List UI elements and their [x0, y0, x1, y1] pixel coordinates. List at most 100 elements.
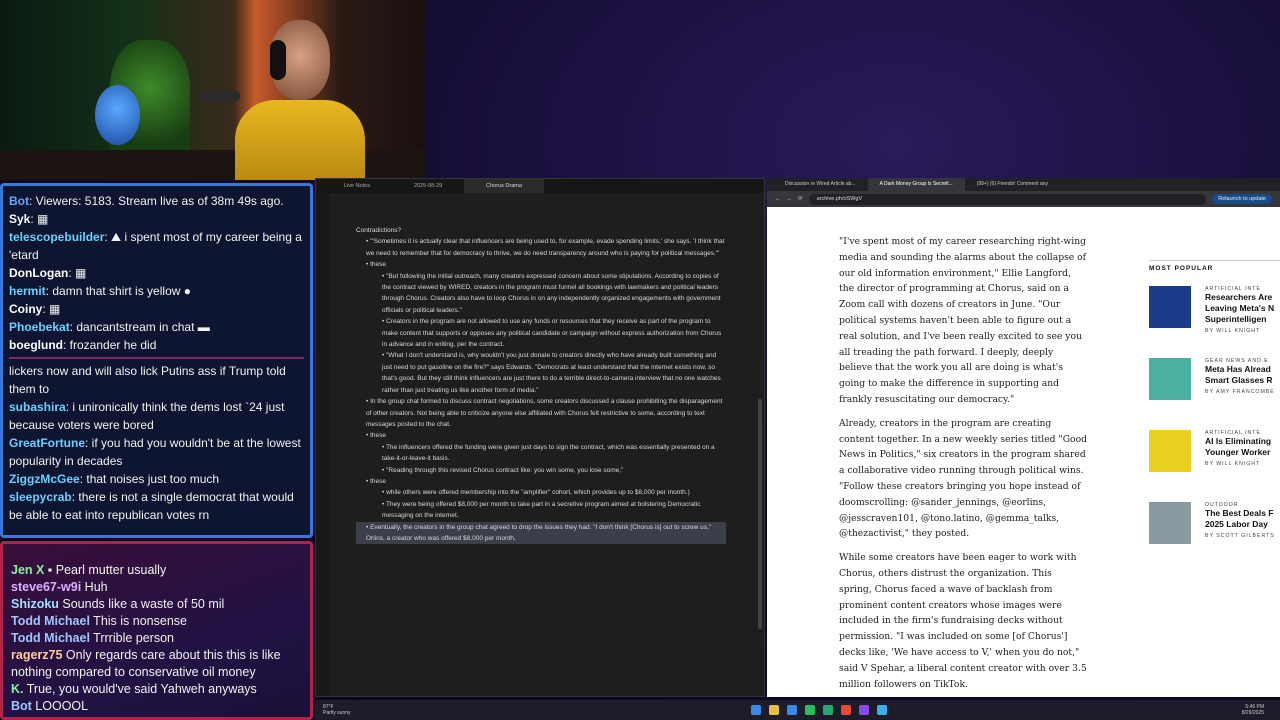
article-byline: BY AMY FRANCOMBE [1205, 389, 1275, 395]
note-line[interactable]: • In the group chat formed to discuss co… [356, 396, 726, 430]
start-icon[interactable] [750, 705, 761, 715]
article-thumbnail[interactable] [1149, 358, 1191, 400]
chat-message: K. True, you would've said Yahweh anyway… [11, 681, 302, 698]
most-popular-item[interactable]: GEAR NEWS AND E Meta Has Alread Smart Gla… [1149, 358, 1280, 418]
article-thumbnail[interactable] [1149, 430, 1191, 472]
chat-panel-bottom: Jen X ▪ Pearl mutter usually steve67-w9i … [0, 541, 313, 720]
chat-username[interactable]: boeglund [9, 338, 63, 352]
note-line[interactable]: • these [356, 259, 726, 270]
edge-icon[interactable] [822, 705, 833, 715]
forward-icon[interactable]: → [787, 196, 793, 202]
relaunch-button[interactable]: Relaunch to update [1212, 194, 1272, 204]
chat-username[interactable]: Phoebekat [9, 320, 70, 334]
note-line[interactable]: • Creators in the program are not allowe… [356, 316, 726, 350]
chat-username[interactable]: Bot [11, 699, 32, 713]
chat-message: Phoebekat: dancantstream in chat ▬ [9, 318, 304, 336]
note-line[interactable]: • these [356, 430, 726, 441]
tab-chorus-drama[interactable]: Chorus Drama [464, 179, 544, 193]
spotify-icon[interactable] [804, 705, 815, 715]
notes-app-window: Live Notes 2025-08-29 Chorus Drama Contr… [315, 178, 765, 697]
note-content[interactable]: Contradictions? • "'Sometimes it is actua… [356, 225, 726, 545]
note-line[interactable]: • while others were offered membership i… [356, 487, 726, 498]
chat-username[interactable]: steve67-w9i [11, 580, 81, 594]
chrome-icon[interactable] [840, 705, 851, 715]
folder-icon[interactable] [768, 705, 779, 715]
tab-live-notes[interactable]: Live Notes [322, 179, 392, 193]
taskbar-apps [750, 705, 887, 715]
note-line[interactable]: • They were being offered $8,000 per mon… [356, 499, 726, 522]
chat-username[interactable]: GreatFortune [9, 436, 85, 450]
browser-tab[interactable]: (99+) (6) Friends! Comment any [965, 178, 1060, 191]
article-paragraph: "I've spent most of my career researchin… [839, 236, 1087, 405]
most-popular-item[interactable]: OUTDOOR The Best Deals F 2025 Labor Day BY… [1149, 502, 1280, 562]
browser-tabbar: Discussion re Wired Article ab... A Dark… [767, 178, 1280, 191]
microphone [200, 90, 240, 102]
chat-username[interactable]: sleepycrab [9, 490, 72, 504]
chat-text: : damn that shirt is yellow ● [45, 284, 191, 298]
chat-text: Trrrible person [89, 631, 174, 645]
clock[interactable]: 5:46 PM 8/29/2025 [1242, 704, 1264, 716]
article-title[interactable]: Meta Has Alread Smart Glasses R [1205, 364, 1275, 386]
chat-username[interactable]: Jen X [11, 563, 44, 577]
chat-username[interactable]: Todd Michael [11, 614, 90, 628]
chat-message: GreatFortune: if you had you wouldn't be… [9, 434, 304, 470]
chat-username[interactable]: K. [11, 682, 24, 696]
chat-username[interactable]: Bot [9, 194, 29, 208]
chat-username[interactable]: telescopebuilder [9, 230, 104, 244]
chat-username[interactable]: ragerz75 [11, 648, 62, 662]
weather-desc: Partly sunny [323, 710, 351, 716]
chat-username[interactable]: Shizoku [11, 597, 59, 611]
notes-scrollbar[interactable] [758, 399, 762, 629]
chat-username[interactable]: Todd Michael [11, 631, 90, 645]
chat-username[interactable]: hermit [9, 284, 46, 298]
chat-text: ▪ Pearl mutter usually [44, 563, 167, 577]
chat-username[interactable]: Syk [9, 212, 30, 226]
article-byline: BY WILL KNIGHT [1205, 461, 1261, 467]
article-title[interactable]: AI Is Eliminating Younger Worker [1205, 436, 1271, 458]
chat-message: Syk: ▦ [9, 210, 304, 228]
most-popular-sidebar: MOST POPULAR ARTIFICIAL INTE Researchers … [1149, 260, 1280, 574]
chat-message: steve67-w9i Huh [11, 579, 302, 596]
chat-username[interactable]: Coiny [9, 302, 42, 316]
obsidian-icon[interactable] [858, 705, 869, 715]
note-line[interactable]: • "'Sometimes it is actually clear that … [356, 236, 726, 259]
chat-username[interactable]: DonLogan [9, 266, 68, 280]
chat-username[interactable]: subashira [9, 400, 66, 414]
article-thumbnail[interactable] [1149, 286, 1191, 328]
weather-widget[interactable]: 87°F Partly sunny [323, 704, 351, 716]
browser-tab-active[interactable]: A Dark Money Group Is Secretl... [867, 178, 965, 191]
toy-figure [95, 85, 140, 145]
chat-message: lickers now and will also lick Putins as… [9, 362, 304, 398]
note-line[interactable]: • "What I don't understand is, why would… [356, 350, 726, 396]
article-thumbnail[interactable] [1149, 502, 1191, 544]
article-paragraph: While some creators have been eager to w… [839, 552, 1087, 690]
chat-username[interactable]: ZiggzMcGee [9, 472, 80, 486]
most-popular-item[interactable]: ARTIFICIAL INTE Researchers Are Leaving M… [1149, 286, 1280, 346]
most-popular-item[interactable]: ARTIFICIAL INTE AI Is Eliminating Younger… [1149, 430, 1280, 490]
reload-icon[interactable]: ⟳ [798, 196, 803, 202]
chat-message: Bot LOOOOL [11, 698, 302, 715]
chat-text: This is nonsense [89, 614, 187, 628]
chat-text: lickers now and will also lick Putins as… [9, 364, 286, 396]
article-title[interactable]: The Best Deals F 2025 Labor Day [1205, 508, 1275, 530]
note-line[interactable]: • these [356, 476, 726, 487]
note-line[interactable]: Contradictions? [356, 225, 726, 236]
store-icon[interactable] [786, 705, 797, 715]
chat-divider [9, 357, 304, 359]
tab-date[interactable]: 2025-08-29 [392, 179, 464, 193]
chat-text: : frozander he did [63, 338, 157, 352]
article-body: "I've spent most of my career researchin… [839, 234, 1087, 700]
note-line[interactable]: • "But following the initial outreach, m… [356, 271, 726, 317]
browser-tab[interactable]: Discussion re Wired Article ab... [773, 178, 868, 191]
note-line[interactable]: • The influencers offered the funding we… [356, 442, 726, 465]
back-icon[interactable]: ← [775, 196, 781, 202]
clock-date: 8/29/2025 [1241, 710, 1264, 716]
chat-message: Todd Michael This is nonsense [11, 613, 302, 630]
address-bar[interactable]: archive.ph/oSWgV [808, 193, 1207, 205]
note-line[interactable]: • Eventually, the creators in the group … [356, 521, 726, 545]
app-icon[interactable] [876, 705, 887, 715]
note-line[interactable]: • "Reading through this revised Chorus c… [356, 465, 726, 476]
notes-sidebar-ribbon[interactable] [316, 193, 330, 696]
chat-text: True, you would've said Yahweh anyways [23, 682, 257, 696]
article-title[interactable]: Researchers Are Leaving Meta's N Superin… [1205, 292, 1274, 325]
